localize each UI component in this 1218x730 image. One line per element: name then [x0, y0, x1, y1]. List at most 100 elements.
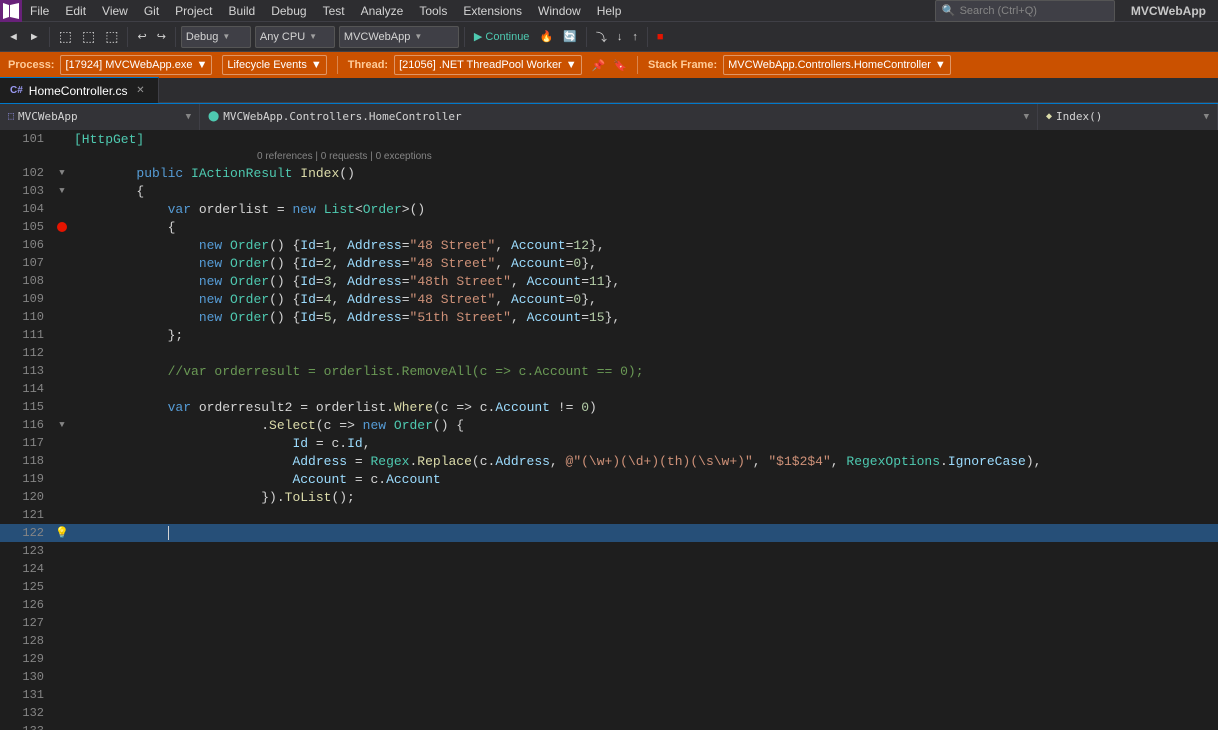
process-arrow: ▼: [196, 59, 207, 71]
line-130: 130: [0, 668, 1218, 686]
method-icon: ◆: [1046, 111, 1052, 122]
process-label: Process:: [8, 59, 54, 71]
toolbar-sep-6: [647, 27, 648, 47]
namespace-icon: ⬚: [8, 111, 14, 122]
toolbar-btn-undo[interactable]: ↩: [133, 25, 150, 49]
class-dropdown[interactable]: ⬤ MVCWebApp.Controllers.HomeController ▼: [200, 104, 1038, 130]
search-box[interactable]: 🔍 Search (Ctrl+Q): [935, 0, 1115, 22]
tab-homecontroller[interactable]: C# HomeController.cs ✕: [0, 77, 159, 103]
toolbar-sep-1: [49, 27, 50, 47]
collapse-icon-103[interactable]: ▼: [59, 186, 64, 196]
menu-git[interactable]: Git: [136, 0, 167, 22]
pin-icon: 📌: [592, 59, 606, 72]
search-placeholder: Search (Ctrl+Q): [960, 5, 1037, 17]
toolbar-sep-3: [175, 27, 176, 47]
menu-window[interactable]: Window: [530, 0, 589, 22]
debug-mode-dropdown[interactable]: Debug ▼: [181, 26, 251, 48]
line-120: 120 }).ToList();: [0, 488, 1218, 506]
toolbar-btn-open[interactable]: ⬚: [78, 25, 99, 49]
step-out-btn[interactable]: ↑: [628, 25, 642, 49]
debug-mode-label: Debug: [186, 31, 218, 43]
project-dropdown[interactable]: MVCWebApp ▼: [339, 26, 459, 48]
namespace-dropdown[interactable]: ⬚ MVCWebApp ▼: [0, 104, 200, 130]
thread-label: Thread:: [348, 59, 388, 71]
restart-btn[interactable]: 🔄: [559, 25, 581, 49]
toolbar-btn-redo[interactable]: ↪: [153, 25, 170, 49]
menu-analyze[interactable]: Analyze: [353, 0, 412, 22]
line-105: 105 {: [0, 218, 1218, 236]
lifecycle-arrow: ▼: [311, 59, 322, 71]
line-108: 108 new Order() {Id=3, Address="48th Str…: [0, 272, 1218, 290]
app-title: MVCWebApp: [1123, 0, 1218, 22]
line-126: 126: [0, 596, 1218, 614]
step-over-btn[interactable]: ⤵: [592, 25, 611, 49]
thread-value: [21056] .NET ThreadPool Worker: [399, 59, 562, 71]
menu-file[interactable]: File: [22, 0, 57, 22]
namespace-arrow: ▼: [186, 112, 191, 122]
line-113: 113 //var orderresult = orderlist.Remove…: [0, 362, 1218, 380]
menu-tools[interactable]: Tools: [411, 0, 455, 22]
line-110: 110 new Order() {Id=5, Address="51th Str…: [0, 308, 1218, 326]
cpu-dropdown[interactable]: Any CPU ▼: [255, 26, 335, 48]
forward-btn[interactable]: ►: [25, 25, 44, 49]
hot-reload-btn[interactable]: 🔥: [535, 25, 557, 49]
line-128: 128: [0, 632, 1218, 650]
vs-logo: [0, 0, 22, 22]
toolbar-sep-2: [127, 27, 128, 47]
line-104: 104 var orderlist = new List<Order>(): [0, 200, 1218, 218]
line-131: 131: [0, 686, 1218, 704]
project-arrow: ▼: [414, 32, 422, 41]
line-111: 111 };: [0, 326, 1218, 344]
stop-btn[interactable]: ■: [653, 25, 668, 49]
stack-label: Stack Frame:: [648, 59, 717, 71]
line-107: 107 new Order() {Id=2, Address="48 Stree…: [0, 254, 1218, 272]
method-dropdown[interactable]: ◆ Index() ▼: [1038, 104, 1218, 130]
line-119: 119 Account = c.Account: [0, 470, 1218, 488]
cpu-arrow: ▼: [309, 32, 317, 41]
menu-help[interactable]: Help: [589, 0, 630, 22]
line-116: 116 ▼ .Select(c => new Order() {: [0, 416, 1218, 434]
collapse-icon-116[interactable]: ▼: [59, 420, 64, 430]
line-122: 122 💡: [0, 524, 1218, 542]
thread-arrow: ▼: [566, 59, 577, 71]
menu-project[interactable]: Project: [167, 0, 220, 22]
line-127: 127: [0, 614, 1218, 632]
menu-edit[interactable]: Edit: [57, 0, 94, 22]
tab-bar: C# HomeController.cs ✕: [0, 78, 1218, 104]
menu-extensions[interactable]: Extensions: [455, 0, 530, 22]
lifecycle-dropdown[interactable]: Lifecycle Events ▼: [222, 55, 326, 75]
toolbar-btn-save[interactable]: ⬚: [101, 25, 122, 49]
line-115: 115 var orderresult2 = orderlist.Where(c…: [0, 398, 1218, 416]
lightbulb-icon[interactable]: 💡: [55, 526, 69, 540]
breakpoint-105[interactable]: [57, 222, 67, 232]
menu-debug[interactable]: Debug: [263, 0, 314, 22]
line-101: 101 [HttpGet]: [0, 130, 1218, 148]
step-into-btn[interactable]: ↓: [613, 25, 627, 49]
line-102: 102 ▼ public IActionResult Index(): [0, 164, 1218, 182]
thread-dropdown[interactable]: [21056] .NET ThreadPool Worker ▼: [394, 55, 582, 75]
toolbar: ◄ ► ⬚ ⬚ ⬚ ↩ ↪ Debug ▼ Any CPU ▼ MVCWebAp…: [0, 22, 1218, 52]
line-133: 133: [0, 722, 1218, 730]
cpu-label: Any CPU: [260, 31, 305, 43]
method-arrow: ▼: [1204, 112, 1209, 122]
stack-dropdown[interactable]: MVCWebApp.Controllers.HomeController ▼: [723, 55, 951, 75]
toolbar-btn-new[interactable]: ⬚: [55, 25, 76, 49]
back-btn[interactable]: ◄: [4, 25, 23, 49]
tab-close-btn[interactable]: ✕: [134, 84, 148, 98]
continue-btn[interactable]: ▶ Continue: [470, 25, 534, 49]
menu-test[interactable]: Test: [315, 0, 353, 22]
location-bar: ⬚ MVCWebApp ▼ ⬤ MVCWebApp.Controllers.Ho…: [0, 104, 1218, 130]
menu-build[interactable]: Build: [221, 0, 264, 22]
debug-sep-1: [337, 56, 338, 74]
stack-arrow: ▼: [935, 59, 946, 71]
line-114: 114: [0, 380, 1218, 398]
line-112: 112: [0, 344, 1218, 362]
search-icon: 🔍: [942, 4, 956, 17]
class-arrow: ▼: [1024, 112, 1029, 122]
process-value: [17924] MVCWebApp.exe: [65, 59, 192, 71]
process-dropdown[interactable]: [17924] MVCWebApp.exe ▼: [60, 55, 212, 75]
menu-view[interactable]: View: [94, 0, 136, 22]
collapse-icon-102[interactable]: ▼: [59, 168, 64, 178]
code-area[interactable]: 101 [HttpGet] 0 references | 0 requests …: [0, 130, 1218, 730]
codelens-102: 0 references | 0 requests | 0 exceptions: [0, 148, 1218, 164]
